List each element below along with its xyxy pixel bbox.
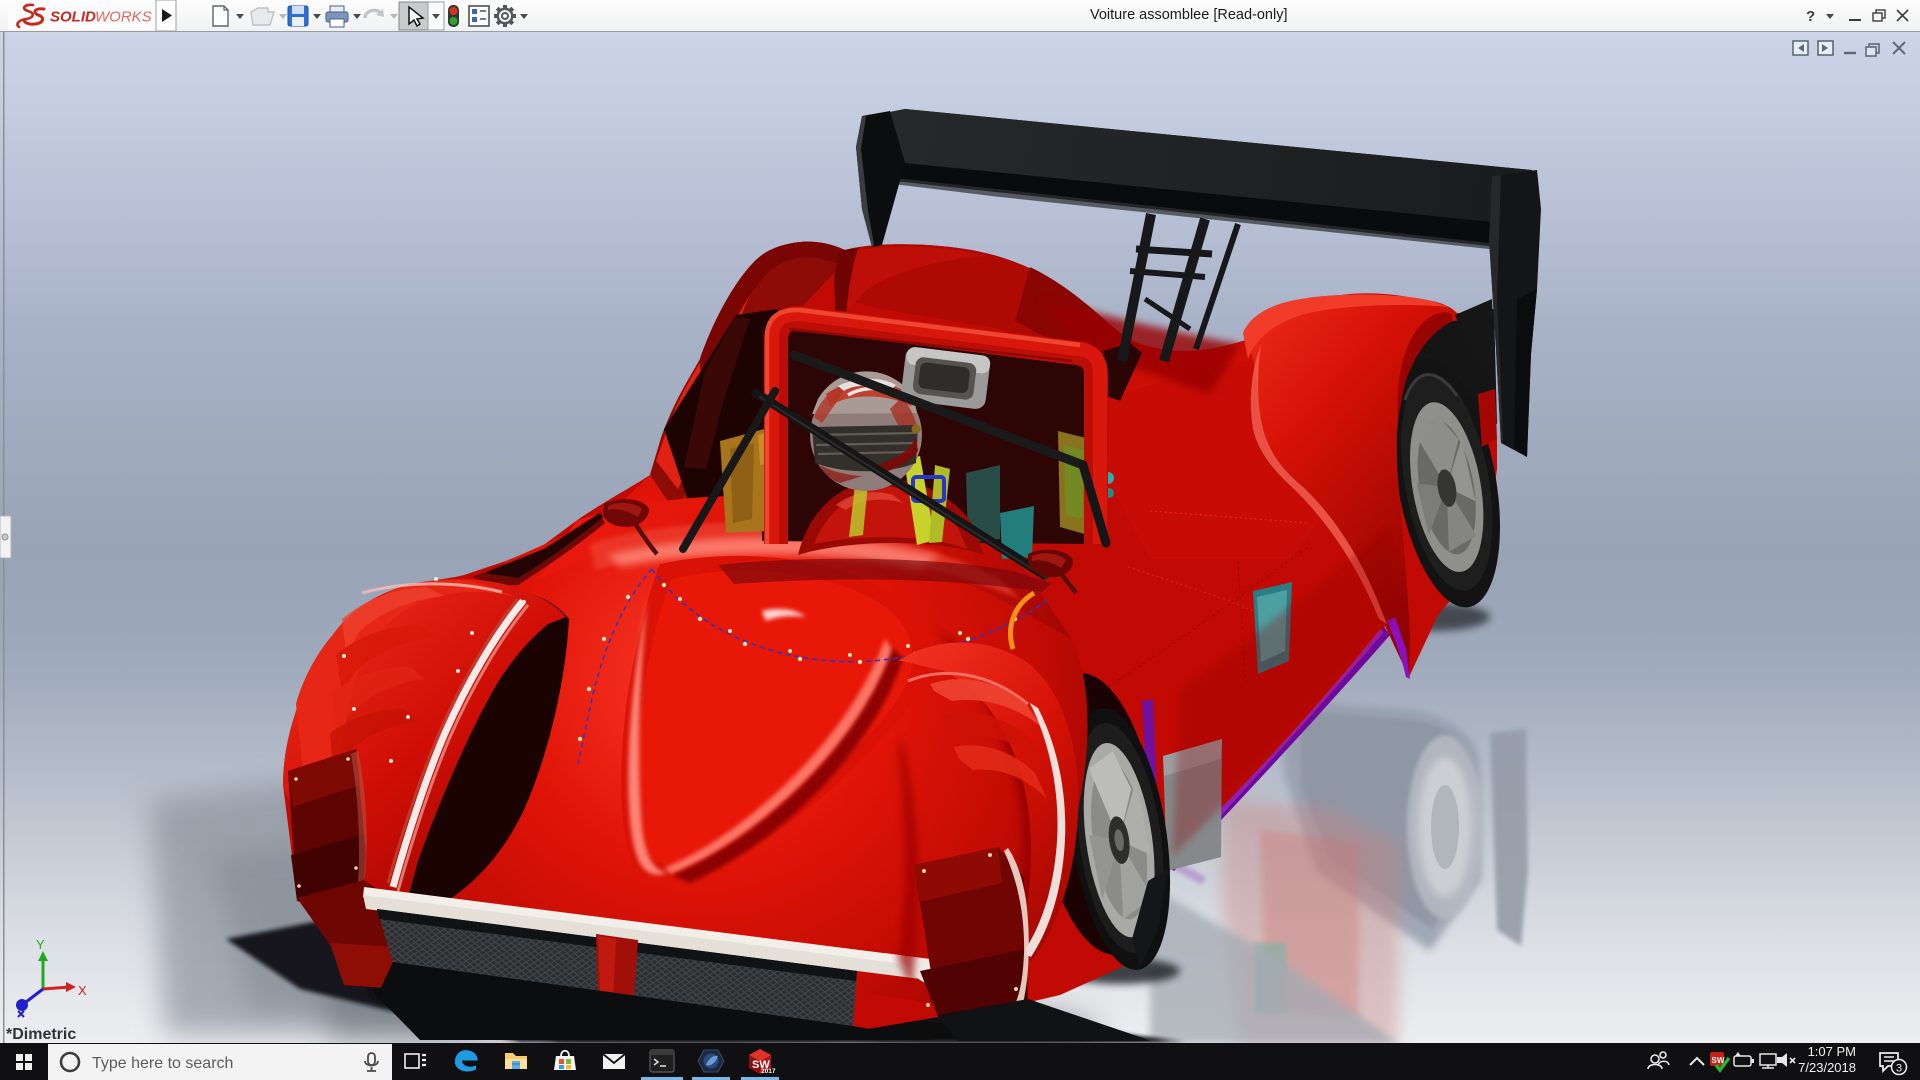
svg-text:1:07 PM: 1:07 PM xyxy=(1808,1044,1856,1059)
svg-text:Y: Y xyxy=(36,937,45,952)
svg-text:Type here to search: Type here to search xyxy=(92,1055,233,1072)
svg-text:SOLID: SOLID xyxy=(50,9,96,26)
svg-text:*Dimetric: *Dimetric xyxy=(6,1026,76,1043)
svg-text:7/23/2018: 7/23/2018 xyxy=(1798,1060,1856,1075)
svg-text:WORKS: WORKS xyxy=(95,9,152,26)
svg-text:X: X xyxy=(78,983,87,998)
svg-text:3: 3 xyxy=(1896,1063,1902,1075)
svg-text:2017: 2017 xyxy=(761,1068,776,1075)
svg-text:?: ? xyxy=(1806,8,1815,25)
